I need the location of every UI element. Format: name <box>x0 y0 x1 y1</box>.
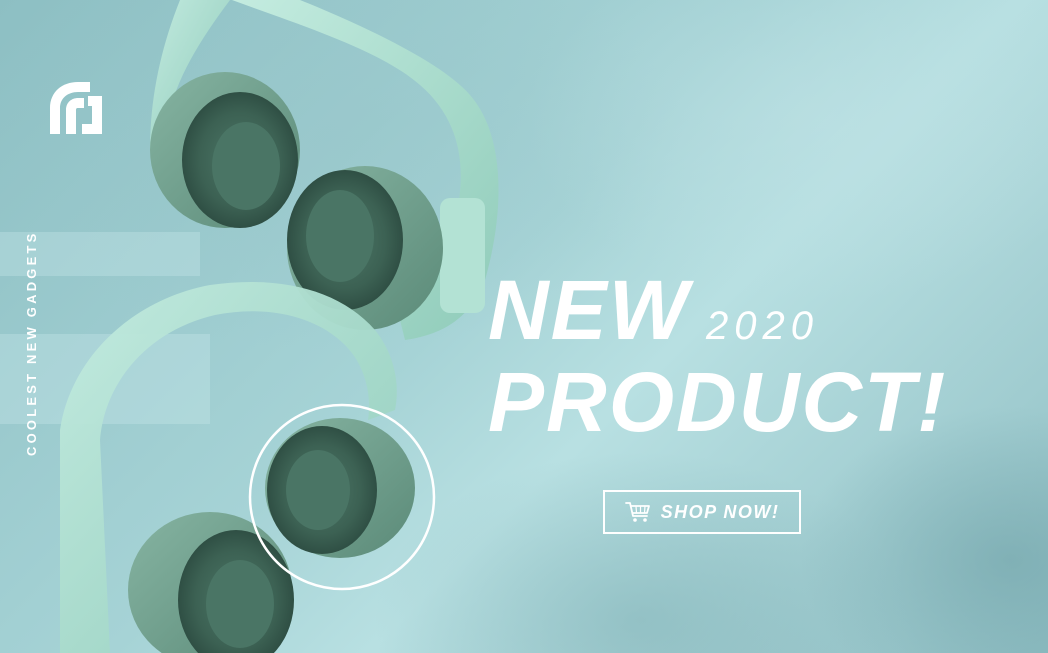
side-tagline: COOLEST NEW GADGETS <box>24 230 39 456</box>
promo-banner: COOLEST NEW GADGETS NEW 2020 PRODUCT! SH… <box>0 0 1048 653</box>
headline-product: PRODUCT! <box>488 355 948 449</box>
headphones-bottom <box>60 282 415 653</box>
cart-icon <box>624 502 650 522</box>
headline-new: NEW <box>488 263 690 357</box>
shop-now-button[interactable]: SHOP NOW! <box>603 490 801 534</box>
brand-logo-icon[interactable] <box>44 78 106 140</box>
shop-now-label: SHOP NOW! <box>660 501 780 522</box>
headline-year: 2020 <box>706 304 819 348</box>
